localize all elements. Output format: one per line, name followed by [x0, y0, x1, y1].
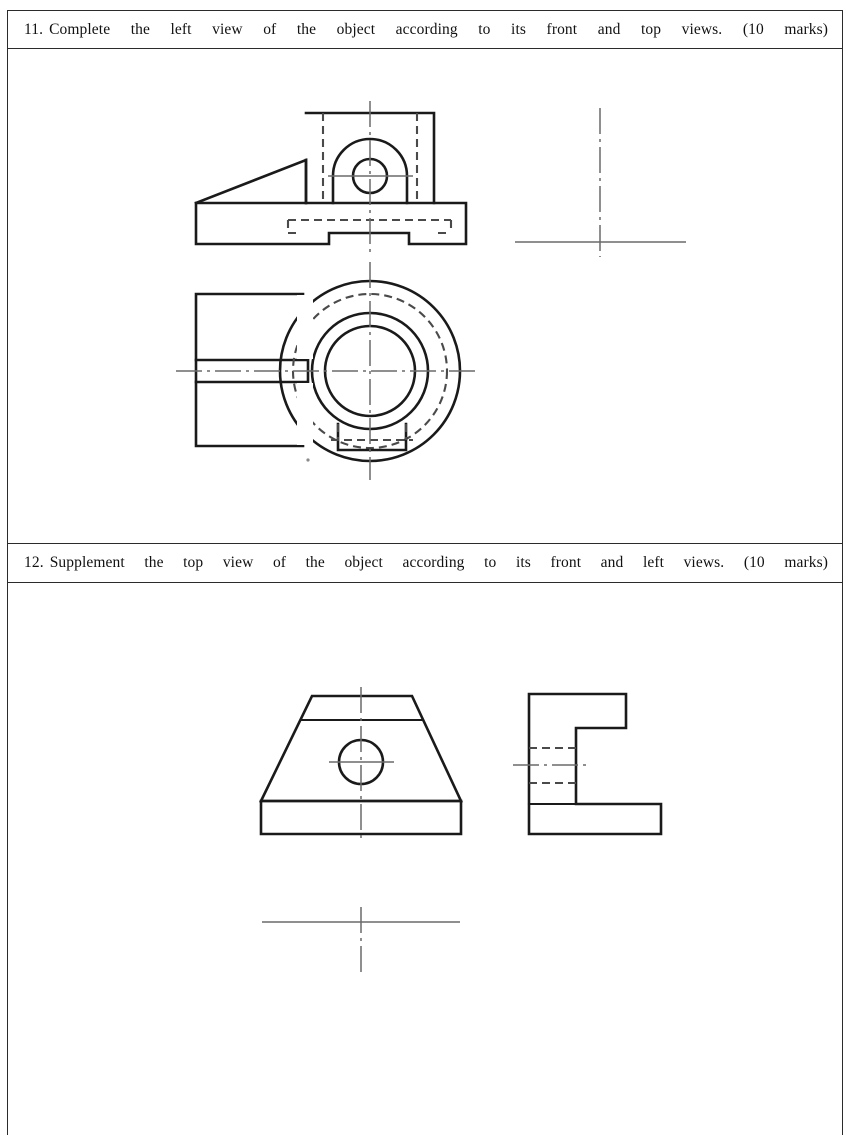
- question-12-marks: (10 marks): [743, 554, 828, 572]
- question-12-text: Supplement the top view of the object ac…: [49, 554, 725, 572]
- top-mask-lower: [297, 383, 313, 446]
- q12-drawing-svg: [258, 686, 663, 973]
- left-view-profile: [527, 692, 663, 836]
- question-11-number: 11.: [24, 21, 44, 38]
- top-mask-upper: [297, 295, 313, 360]
- q11-left-view-answer-area[interactable]: [515, 108, 686, 258]
- worksheet-page: 11. Complete the left view of the object …: [7, 10, 843, 1135]
- q12-front-view: [258, 686, 464, 841]
- question-11-text: Complete the left view of the object acc…: [49, 21, 723, 38]
- front-wedge-slant: [194, 158, 308, 206]
- top-slot: [194, 359, 310, 384]
- front-base-plate: [194, 202, 468, 246]
- top-tail-block: [194, 293, 305, 448]
- question-12-number: 12.: [24, 554, 44, 572]
- q12-top-view-answer-area[interactable]: [262, 906, 460, 973]
- q12-left-view: [513, 692, 663, 836]
- q11-top-view: [176, 262, 475, 481]
- question-11-marks: (10 marks): [742, 21, 828, 38]
- question-12-header: 12. Supplement the top view of the object…: [8, 544, 842, 583]
- top-hidden-notch-lines: [331, 424, 413, 442]
- question-11-drawing-area: [8, 49, 842, 545]
- stray-dot-mark: [306, 458, 310, 462]
- question-12-drawing-area: [8, 583, 842, 1143]
- question-11-header: 11. Complete the left view of the object …: [8, 11, 842, 50]
- q11-front-view: [194, 101, 468, 257]
- q11-drawing-svg: [176, 101, 686, 481]
